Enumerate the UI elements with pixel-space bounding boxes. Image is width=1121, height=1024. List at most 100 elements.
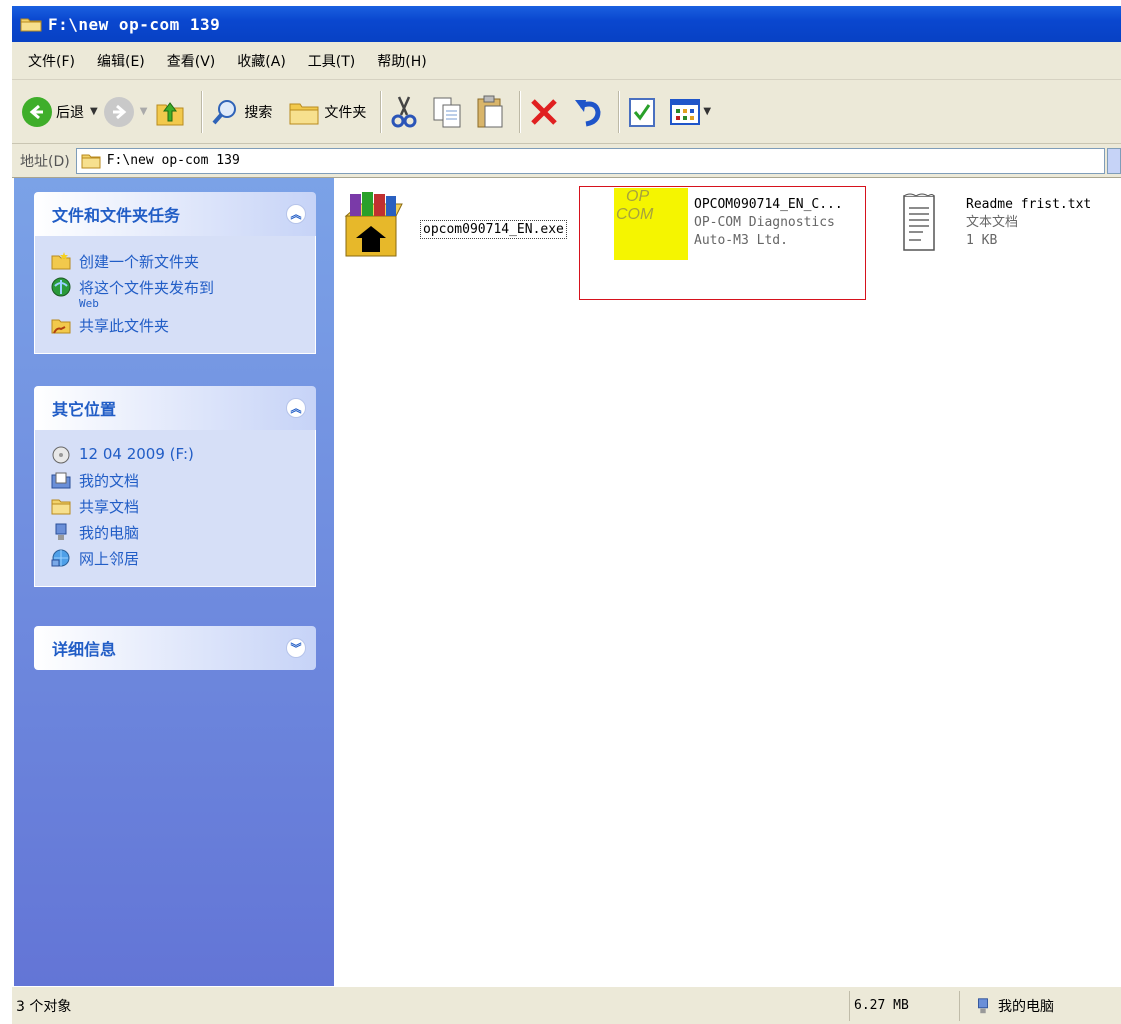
file-item-readme[interactable]: Readme frist.txt 文本文档 1 KB: [896, 188, 1121, 268]
file-type: 文本文档: [966, 215, 1019, 230]
place-network[interactable]: 网上邻居: [51, 548, 315, 569]
collapse-chevron-icon[interactable]: ︽: [286, 204, 306, 224]
place-my-computer[interactable]: 我的电脑: [51, 522, 315, 543]
title-bar[interactable]: F:\new op-com 139: [12, 6, 1121, 42]
menu-bar: 文件(F) 编辑(E) 查看(V) 收藏(A) 工具(T) 帮助(H): [12, 42, 1121, 80]
share-folder-icon: [51, 319, 71, 334]
search-button[interactable]: 搜索: [210, 88, 272, 136]
forward-dropdown-icon[interactable]: ▼: [140, 106, 148, 117]
task-publish-web[interactable]: 将这个文件夹发布到 Web: [51, 277, 315, 310]
file-name: opcom090714_EN.exe: [420, 220, 567, 239]
folder-icon: [51, 499, 71, 515]
folders-label: 文件夹: [324, 104, 367, 121]
search-icon: [212, 99, 237, 124]
panel-title: 详细信息: [52, 640, 117, 659]
file-tasks-body: 创建一个新文件夹 将这个文件夹发布到 Web 共享此文件夹: [34, 236, 316, 354]
file-tasks-panel: 文件和文件夹任务 ︽ 创建一个新文件夹 将这个文件夹发布到 Web 共享此文件夹: [34, 192, 316, 354]
menu-favorites[interactable]: 收藏(A): [237, 51, 286, 71]
file-item-exe[interactable]: opcom090714_EN.exe: [342, 188, 592, 268]
details-header[interactable]: 详细信息 ︾: [34, 626, 316, 670]
cut-button[interactable]: [389, 88, 419, 136]
up-folder-icon: [156, 101, 184, 125]
paste-button[interactable]: [475, 88, 505, 136]
address-label: 地址(D): [20, 153, 70, 170]
toolbar-separator: [618, 90, 620, 133]
task-label: 创建一个新文件夹: [79, 253, 200, 271]
address-bar: 地址(D) F:\new op-com 139: [12, 144, 1121, 178]
computer-icon: [978, 997, 988, 1013]
copy-icon: [433, 97, 461, 127]
place-shared-documents[interactable]: 共享文档: [51, 496, 315, 517]
toolbar-separator: [201, 90, 203, 133]
file-tasks-header[interactable]: 文件和文件夹任务 ︽: [34, 192, 316, 236]
copy-button[interactable]: [431, 88, 463, 136]
status-size: 6.27 MB: [850, 990, 960, 1021]
place-my-documents[interactable]: 我的文档: [51, 470, 315, 491]
folder-icon: [81, 154, 101, 168]
address-field[interactable]: F:\new op-com 139: [75, 147, 1105, 174]
search-label: 搜索: [244, 104, 273, 121]
toolbar-separator: [519, 90, 521, 133]
forward-button[interactable]: ▼: [103, 88, 148, 136]
place-label: 我的文档: [79, 472, 140, 490]
expand-chevron-icon[interactable]: ︾: [286, 638, 306, 658]
delete-x-icon: [531, 98, 558, 125]
task-label: 共享此文件夹: [79, 317, 170, 335]
address-dropdown-button[interactable]: [1107, 147, 1121, 174]
collapse-chevron-icon[interactable]: ︽: [286, 398, 306, 418]
menu-view[interactable]: 查看(V): [167, 51, 216, 71]
status-object-count: 3 个对象: [12, 990, 850, 1021]
folders-button[interactable]: 文件夹: [288, 88, 366, 136]
toolbar: 后退 ▼ ▼ 搜索 文件夹 ▼: [12, 80, 1121, 144]
back-label: 后退: [56, 104, 84, 121]
winrar-archive-icon: [344, 192, 403, 257]
place-label: 12 04 2009 (F:): [79, 445, 194, 463]
file-name: Readme frist.txt: [966, 197, 1092, 212]
status-location-label: 我的电脑: [998, 998, 1054, 1015]
forward-arrow-icon: [103, 96, 134, 127]
menu-edit[interactable]: 编辑(E): [97, 51, 145, 71]
task-sublabel: Web: [79, 297, 99, 310]
folder-icon: [20, 16, 42, 32]
task-label: 将这个文件夹发布到: [79, 279, 215, 297]
place-label: 网上邻居: [79, 550, 140, 568]
publish-web-icon: [51, 277, 71, 297]
network-icon: [51, 549, 70, 567]
my-documents-icon: [51, 472, 71, 489]
other-places-panel: 其它位置 ︽ 12 04 2009 (F:) 我的文档 共享文档 我的电脑 网上…: [34, 386, 316, 587]
properties-button[interactable]: [627, 88, 657, 136]
menu-file[interactable]: 文件(F): [28, 51, 75, 71]
red-highlight-box: [579, 186, 866, 300]
back-button[interactable]: 后退 ▼: [22, 88, 98, 136]
menu-tools[interactable]: 工具(T): [308, 51, 355, 71]
up-folder-button[interactable]: [153, 88, 187, 136]
task-new-folder[interactable]: 创建一个新文件夹: [51, 251, 315, 272]
panel-title: 其它位置: [52, 400, 117, 419]
status-location: 我的电脑: [960, 991, 1121, 1021]
computer-icon: [55, 523, 67, 540]
file-size: 1 KB: [966, 233, 998, 248]
panel-title: 文件和文件夹任务: [52, 206, 181, 225]
undo-button[interactable]: [572, 88, 604, 136]
cd-drive-icon: [52, 446, 70, 464]
window-title: F:\new op-com 139: [48, 14, 221, 34]
other-places-header[interactable]: 其它位置 ︽: [34, 386, 316, 430]
views-dropdown-icon[interactable]: ▼: [703, 106, 711, 117]
scissors-icon: [391, 95, 417, 127]
status-bar: 3 个对象 6.27 MB 我的电脑: [12, 986, 1121, 1024]
other-places-body: 12 04 2009 (F:) 我的文档 共享文档 我的电脑 网上邻居: [34, 430, 316, 587]
task-share-folder[interactable]: 共享此文件夹: [51, 315, 315, 336]
paste-icon: [477, 95, 503, 127]
new-folder-icon: [51, 252, 71, 270]
place-label: 我的电脑: [79, 524, 140, 542]
text-document-icon: [903, 193, 935, 251]
delete-button[interactable]: [528, 88, 560, 136]
views-button[interactable]: ▼: [669, 88, 711, 136]
file-list-area: opcom090714_EN.exe OP COM OPCOM090714_EN…: [334, 178, 1121, 986]
views-icon: [670, 98, 701, 125]
menu-help[interactable]: 帮助(H): [377, 51, 426, 71]
back-dropdown-icon[interactable]: ▼: [90, 106, 98, 117]
folders-icon: [289, 103, 319, 124]
place-drive-f[interactable]: 12 04 2009 (F:): [51, 445, 315, 465]
details-panel: 详细信息 ︾: [34, 626, 316, 670]
